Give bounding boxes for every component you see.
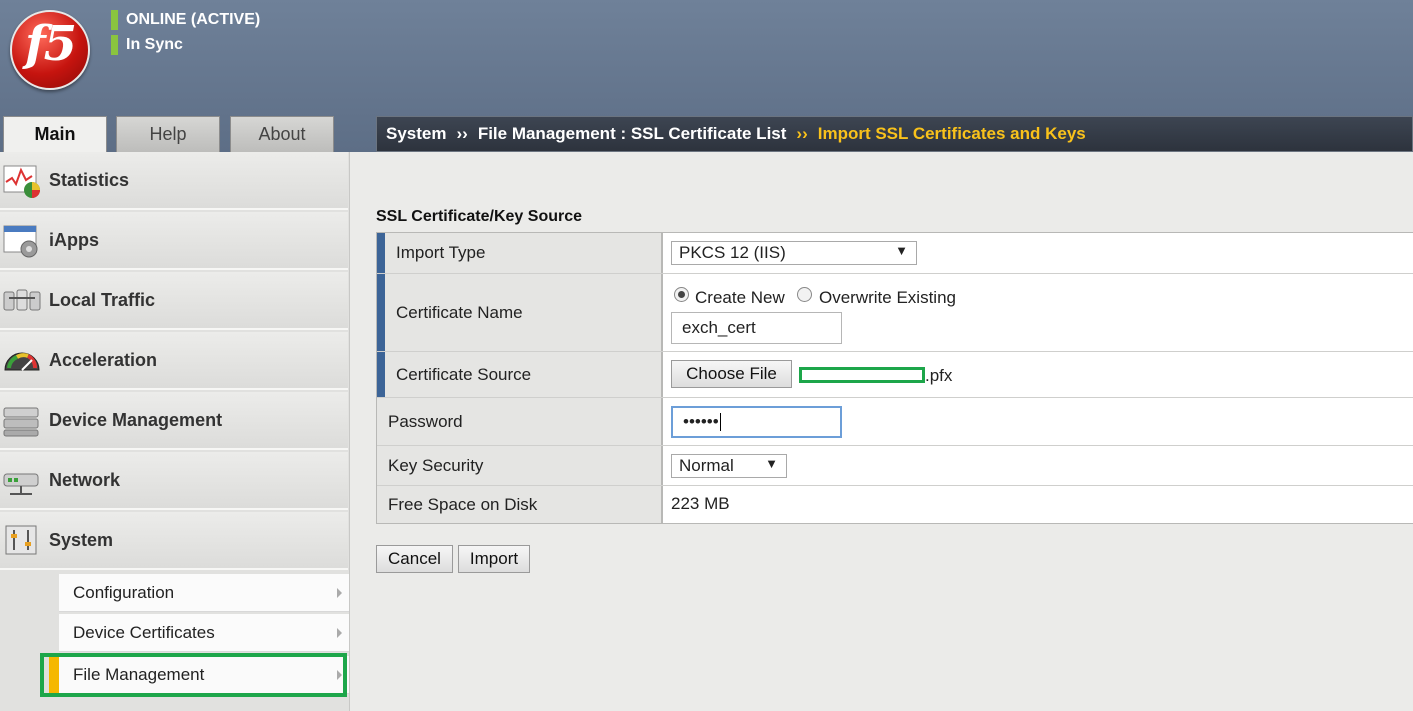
import-form-table: Import Type PKCS 12 (IIS) ▼ Certificate … <box>376 232 1413 524</box>
sidebar-subitem-label: File Management <box>73 664 205 684</box>
section-title: SSL Certificate/Key Source <box>376 208 583 225</box>
choose-file-button[interactable]: Choose File <box>671 360 792 388</box>
breadcrumb-ssl-certificate-list[interactable]: File Management : SSL Certificate List <box>478 124 787 144</box>
chevron-right-icon <box>337 588 342 598</box>
breadcrumb-current: Import SSL Certificates and Keys <box>817 124 1086 143</box>
key-security-label: Key Security <box>377 446 663 485</box>
overwrite-existing-label[interactable]: Overwrite Existing <box>819 288 956 308</box>
sidebar-item-label: Local Traffic <box>49 289 156 310</box>
redacted-file-name <box>799 367 925 383</box>
sidebar-item-iapps[interactable]: iApps <box>0 212 348 270</box>
active-indicator <box>49 656 59 694</box>
key-security-cell: Normal ▼ <box>663 446 1413 485</box>
tab-about-label: About <box>258 124 306 144</box>
sidebar-subitem-file-management[interactable]: File Management <box>49 656 349 694</box>
certificate-name-value: exch_cert <box>682 318 756 337</box>
sidebar-item-label: System <box>49 529 114 550</box>
tab-help-label: Help <box>149 124 187 144</box>
statistics-icon <box>3 165 40 198</box>
status-online: ONLINE (ACTIVE) <box>111 10 260 30</box>
tab-about[interactable]: About <box>230 116 334 152</box>
chevron-right-icon <box>337 628 342 638</box>
password-input[interactable]: •••••• <box>671 406 842 438</box>
sidebar-item-label: Acceleration <box>49 349 158 370</box>
breadcrumb-separator: ›› <box>796 124 808 143</box>
free-space-value: 223 MB <box>671 494 730 513</box>
import-button[interactable]: Import <box>458 545 530 573</box>
free-space-label: Free Space on Disk <box>377 486 663 523</box>
import-type-select[interactable]: PKCS 12 (IIS) ▼ <box>671 241 917 265</box>
row-free-space: Free Space on Disk 223 MB <box>377 486 1413 523</box>
breadcrumb: System ›› File Management : SSL Certific… <box>376 116 1413 152</box>
status-sync-text: In Sync <box>126 36 183 53</box>
header-bar: f5 ONLINE (ACTIVE) In Sync Main Help Abo… <box>0 0 1413 152</box>
row-certificate-name: Certificate Name Create New Overwrite Ex… <box>377 274 1413 352</box>
row-key-security: Key Security Normal ▼ <box>377 446 1413 486</box>
breadcrumb-system[interactable]: System <box>386 124 446 144</box>
sidebar-item-system[interactable]: System <box>0 512 348 570</box>
local-traffic-icon <box>3 289 41 311</box>
sidebar-subitem-configuration[interactable]: Configuration <box>59 574 349 612</box>
device-management-icon <box>3 407 39 437</box>
choose-file-label: Choose File <box>686 364 777 383</box>
status-online-text: ONLINE (ACTIVE) <box>126 11 261 28</box>
import-type-cell: PKCS 12 (IIS) ▼ <box>663 233 1413 273</box>
password-label: Password <box>377 398 663 445</box>
sidebar-item-network[interactable]: Network <box>0 452 348 510</box>
cancel-button-label: Cancel <box>388 549 441 568</box>
cancel-button[interactable]: Cancel <box>376 545 453 573</box>
logo-text: f5 <box>24 16 77 72</box>
sidebar-item-label: iApps <box>49 229 100 250</box>
password-cell: •••••• <box>663 398 1413 445</box>
import-type-value: PKCS 12 (IIS) <box>679 243 786 262</box>
sidebar-subitem-label: Device Certificates <box>73 622 215 642</box>
sync-indicator-icon <box>111 35 118 55</box>
certificate-name-input[interactable]: exch_cert <box>671 312 842 344</box>
overwrite-existing-radio[interactable] <box>797 287 812 302</box>
certificate-name-cell: Create New Overwrite Existing exch_cert <box>663 274 1413 351</box>
create-new-label[interactable]: Create New <box>695 288 785 308</box>
dropdown-arrow-icon: ▼ <box>765 456 778 471</box>
sidebar-item-label: Device Management <box>49 409 223 430</box>
key-security-select[interactable]: Normal ▼ <box>671 454 787 478</box>
import-button-label: Import <box>469 549 519 568</box>
status-sync: In Sync <box>111 35 183 55</box>
tab-help[interactable]: Help <box>116 116 220 152</box>
sidebar-item-label: Statistics <box>49 169 130 190</box>
text-caret <box>719 413 721 431</box>
f5-logo[interactable]: f5 <box>10 10 90 90</box>
iapps-icon <box>3 225 38 258</box>
status-indicator-icon <box>111 10 118 30</box>
certificate-source-cell: Choose File .pfx <box>663 352 1413 397</box>
tab-main-label: Main <box>34 124 76 144</box>
acceleration-icon <box>4 352 40 371</box>
sidebar-item-statistics[interactable]: Statistics <box>0 152 348 210</box>
system-icon <box>5 525 37 555</box>
sidebar-item-acceleration[interactable]: Acceleration <box>0 332 348 390</box>
sidebar: Statistics iApps Local Traffic Accelerat… <box>0 152 350 711</box>
tab-main[interactable]: Main <box>3 116 107 152</box>
row-password: Password •••••• <box>377 398 1413 446</box>
free-space-cell: 223 MB <box>663 486 1413 523</box>
file-name-suffix: .pfx <box>925 366 953 385</box>
row-import-type: Import Type PKCS 12 (IIS) ▼ <box>377 233 1413 274</box>
main-content: SSL Certificate/Key Source Import Type P… <box>350 152 1413 711</box>
certificate-source-label: Certificate Source <box>377 352 663 397</box>
certificate-name-label: Certificate Name <box>377 274 663 351</box>
sidebar-subitem-device-certificates[interactable]: Device Certificates <box>59 614 349 652</box>
row-certificate-source: Certificate Source Choose File .pfx <box>377 352 1413 398</box>
key-security-value: Normal <box>679 456 734 475</box>
network-icon <box>3 473 39 495</box>
breadcrumb-separator: ›› <box>456 124 468 143</box>
sidebar-item-device-management[interactable]: Device Management <box>0 392 348 450</box>
create-new-radio[interactable] <box>674 287 689 302</box>
dropdown-arrow-icon: ▼ <box>895 243 908 258</box>
import-type-label: Import Type <box>377 233 663 273</box>
sidebar-subitem-label: Configuration <box>73 582 175 602</box>
sidebar-item-label: Network <box>49 469 121 490</box>
chevron-right-icon <box>337 670 342 680</box>
sidebar-item-local-traffic[interactable]: Local Traffic <box>0 272 348 330</box>
password-value: •••••• <box>683 412 719 431</box>
